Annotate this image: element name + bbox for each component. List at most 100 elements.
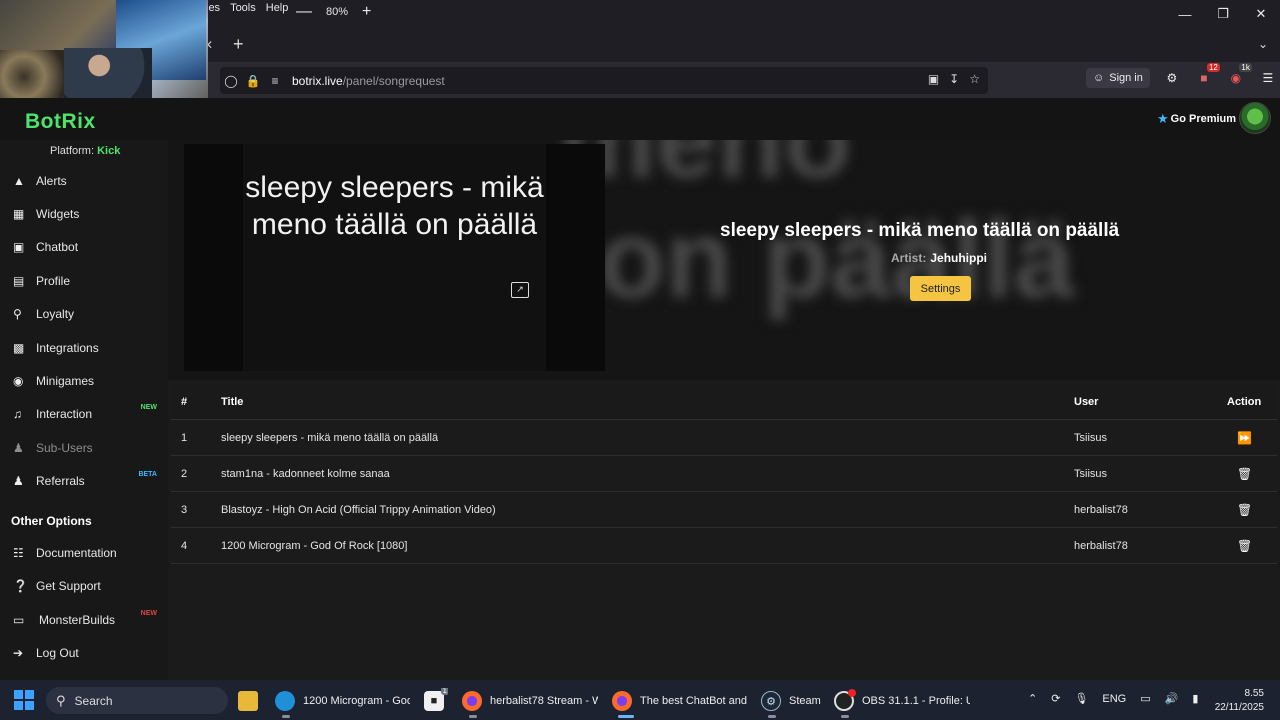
taskbar-app-obs[interactable]: OBS 31.1.1 - Profile: Unti: [834, 688, 970, 714]
microphone-icon[interactable]: 🎙: [1074, 692, 1088, 705]
firefox-icon: [462, 691, 482, 711]
new-tab-icon[interactable]: +: [233, 34, 244, 55]
sidebar-item-widgets[interactable]: ▦ Widgets: [0, 200, 168, 228]
url-text[interactable]: botrix.live/panel/songrequest: [292, 74, 445, 88]
extensions-icon[interactable]: ⚙: [1162, 68, 1182, 88]
taskbar-app-firefox-botrix[interactable]: The best ChatBot and W: [612, 688, 748, 714]
sidebar-item-get-support[interactable]: ❔ Get Support: [0, 572, 168, 600]
table-header: # Title User Action: [171, 384, 1277, 420]
picture-in-picture-icon[interactable]: ▣: [928, 72, 939, 86]
go-premium-button[interactable]: ★ Go Premium: [1157, 111, 1236, 127]
zoom-out-button[interactable]: —: [296, 4, 312, 20]
taskbar-app-steam[interactable]: ⚙ Steam: [761, 688, 821, 714]
picture-in-picture-toggle-icon[interactable]: ↗: [511, 282, 529, 298]
other-options-title: Other Options: [11, 514, 92, 528]
menu-item-tools[interactable]: Tools: [230, 2, 256, 14]
chevron-up-icon[interactable]: ⌃: [1028, 692, 1037, 705]
clock-time: 8.55: [1244, 688, 1264, 699]
trash-icon[interactable]: 🗑: [1237, 467, 1252, 481]
microsoft-store-button[interactable]: ■ 1: [424, 688, 448, 714]
taskbar-clock[interactable]: 8.55 22/11/2025: [1210, 687, 1264, 715]
sidebar-item-referrals[interactable]: ♟ Referrals BETA: [0, 467, 168, 495]
header-num: #: [181, 395, 188, 408]
app-header: [0, 98, 1280, 140]
go-premium-label: Go Premium: [1170, 113, 1237, 125]
taskbar-search[interactable]: ⚲ Search: [46, 687, 228, 714]
extension-badge: 12: [1206, 63, 1220, 72]
sync-icon[interactable]: ⟳: [1051, 692, 1060, 705]
sidebar-item-alerts[interactable]: ▲ Alerts: [0, 167, 168, 195]
extension-red-icon[interactable]: ■ 12: [1194, 63, 1220, 88]
sidebar-item-sub-users[interactable]: ♟ Sub-Users: [0, 434, 168, 462]
close-icon[interactable]: ✕: [1242, 0, 1280, 28]
sidebar-item-minigames[interactable]: ◉ Minigames: [0, 367, 168, 395]
platform-indicator: Platform: Kick: [50, 145, 121, 157]
edge-icon: [275, 691, 295, 711]
users-icon: ♟: [13, 441, 24, 455]
clock-date: 22/11/2025: [1214, 702, 1264, 713]
laptop-icon: ▭: [13, 613, 25, 627]
sidebar-item-integrations[interactable]: ▩ Integrations: [0, 334, 168, 362]
sidebar-item-monsterbuilds[interactable]: ▭ MonsterBuilds NEW: [0, 606, 168, 634]
language-indicator[interactable]: ENG: [1102, 693, 1126, 705]
extension-shield-icon[interactable]: ◉ 1k: [1226, 63, 1252, 88]
video-title-text: sleepy sleepers - mikä meno täällä on pä…: [245, 171, 544, 241]
trash-icon[interactable]: 🗑: [1237, 539, 1252, 553]
table-row: 1 sleepy sleepers - mikä meno täällä on …: [171, 420, 1277, 456]
trophy-icon: ⚲: [13, 307, 22, 321]
sidebar-item-profile[interactable]: ▤ Profile: [0, 267, 168, 295]
zoom-in-button[interactable]: +: [362, 4, 371, 20]
permissions-icon[interactable]: ≡: [264, 74, 286, 88]
sidebar-item-chatbot[interactable]: ▣ Chatbot: [0, 233, 168, 261]
video-player[interactable]: sleepy sleepers - mikä meno täällä on pä…: [184, 144, 605, 371]
music-icon: ♫: [13, 407, 22, 421]
battery-icon[interactable]: ▮: [1192, 692, 1198, 705]
menu-item-file[interactable]: les: [206, 2, 220, 14]
taskbar-app-firefox-stream[interactable]: herbalist78 Stream - Wa: [462, 688, 598, 714]
system-tray: ⌃ ⟳ 🎙 ENG ▭ 🔊 ▮: [1028, 692, 1198, 706]
table-row: 3 Blastoyz - High On Acid (Official Trip…: [171, 492, 1277, 528]
menu-hamburger-icon[interactable]: ☰: [1258, 68, 1278, 88]
minimize-icon[interactable]: —: [1166, 0, 1204, 28]
lock-icon[interactable]: 🔒: [242, 74, 264, 88]
sidebar-item-log-out[interactable]: ➔ Log Out: [0, 639, 168, 667]
shield-icon[interactable]: ◯: [220, 74, 242, 88]
sign-in-label: Sign in: [1109, 72, 1143, 84]
obs-icon: [834, 689, 856, 711]
sign-in-button[interactable]: ☺ Sign in: [1086, 68, 1150, 88]
taskbar-app-edge[interactable]: 1200 Microgram - God O: [275, 688, 410, 714]
logout-icon: ➔: [13, 646, 24, 660]
folder-icon: [238, 691, 258, 711]
botrix-logo[interactable]: BotRix: [25, 110, 96, 134]
sidebar-item-interaction[interactable]: ♫ Interaction NEW: [0, 400, 168, 428]
sidebar-item-loyalty[interactable]: ⚲ Loyalty: [0, 300, 168, 328]
restore-icon[interactable]: ❐: [1204, 0, 1242, 28]
song-queue-table: # Title User Action 1 sleepy sleepers - …: [171, 384, 1277, 564]
extension-badge: 1k: [1239, 63, 1252, 72]
sidebar-item-documentation[interactable]: ☷ Documentation: [0, 539, 168, 567]
zoom-level[interactable]: 80%: [326, 6, 348, 18]
beta-badge: BETA: [138, 471, 157, 478]
download-icon[interactable]: ↧: [949, 72, 959, 86]
bookmark-star-icon[interactable]: ☆: [969, 72, 980, 86]
video-frame: sleepy sleepers - mikä meno täällä on pä…: [243, 144, 546, 371]
url-bar[interactable]: ◯ 🔒 ≡ botrix.live/panel/songrequest ▣ ↧ …: [220, 67, 988, 94]
artist-line: Artist: Jehuhippi: [891, 251, 988, 265]
account-icon: ☺: [1093, 72, 1105, 84]
robot-icon: ▣: [13, 240, 25, 254]
file-explorer-button[interactable]: [238, 688, 260, 714]
tab-list-chevron-icon[interactable]: ⌄: [1258, 37, 1268, 51]
window-controls: — ❐ ✕: [1166, 0, 1280, 28]
browser-menus: les Tools Help: [206, 2, 288, 14]
user-avatar[interactable]: [1239, 102, 1271, 134]
star-icon: ★: [1157, 111, 1169, 126]
artist-name: Jehuhippi: [930, 251, 988, 265]
skip-forward-icon[interactable]: ⏩: [1237, 431, 1252, 445]
windows-start-icon[interactable]: [14, 690, 34, 710]
settings-button[interactable]: Settings: [910, 276, 971, 301]
menu-item-help[interactable]: Help: [266, 2, 289, 14]
trash-icon[interactable]: 🗑: [1237, 503, 1252, 517]
new-badge: NEW: [140, 610, 157, 617]
volume-icon[interactable]: 🔊: [1165, 692, 1179, 705]
network-icon[interactable]: ▭: [1140, 692, 1150, 705]
